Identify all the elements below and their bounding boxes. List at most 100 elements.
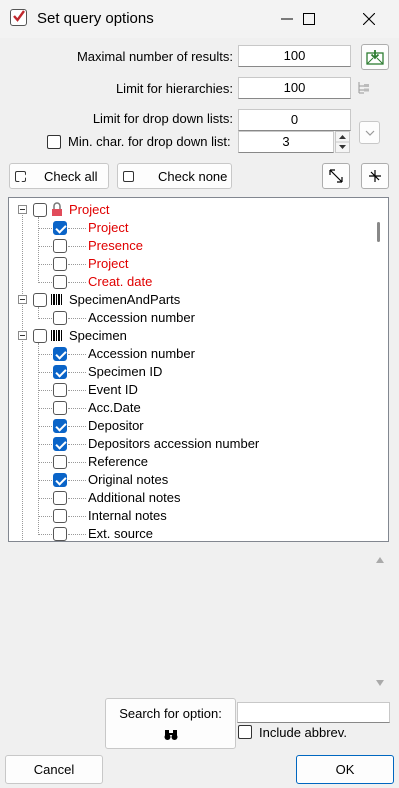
tree-item-row[interactable]: Creat. date bbox=[9, 273, 377, 291]
close-button[interactable] bbox=[346, 0, 391, 38]
tree-connector bbox=[68, 408, 86, 409]
tree-item-checkbox[interactable] bbox=[53, 419, 67, 433]
tree-item-checkbox[interactable] bbox=[33, 329, 47, 343]
tree-scrollbar[interactable] bbox=[371, 198, 388, 541]
tree-item-row[interactable]: Project bbox=[9, 255, 377, 273]
lower-scrollbar[interactable] bbox=[372, 549, 388, 691]
tree-item-label: SpecimenAndParts bbox=[69, 292, 181, 307]
tree-connector bbox=[38, 534, 52, 535]
tree-scrollbar-thumb[interactable] bbox=[377, 222, 380, 242]
close-icon bbox=[362, 13, 375, 25]
tree-item-checkbox[interactable] bbox=[53, 491, 67, 505]
tree-item-row[interactable]: Accession number bbox=[9, 309, 377, 327]
search-button[interactable]: Search for option: bbox=[105, 698, 236, 749]
tree-item-row[interactable]: Additional notes bbox=[9, 489, 377, 507]
min-char-checkbox[interactable] bbox=[47, 135, 61, 149]
tree-item-row[interactable]: Reference bbox=[9, 453, 377, 471]
min-char-spinner[interactable] bbox=[335, 131, 350, 153]
expand-icon bbox=[329, 169, 343, 183]
tree-item-label: Depositor bbox=[88, 418, 144, 433]
tree-item-label: Accession number bbox=[88, 310, 195, 325]
tree-item-checkbox[interactable] bbox=[53, 221, 67, 235]
maximize-button[interactable] bbox=[286, 0, 331, 38]
tree-item-checkbox[interactable] bbox=[53, 527, 67, 541]
tree-item-checkbox[interactable] bbox=[53, 437, 67, 451]
tree-item-row[interactable]: Project bbox=[9, 219, 377, 237]
limit-dropdown-input[interactable]: 0 bbox=[238, 109, 351, 131]
min-char-input[interactable]: 3 bbox=[238, 131, 334, 153]
tree-item-label: Additional notes bbox=[88, 490, 181, 505]
tree-item-checkbox[interactable] bbox=[53, 347, 67, 361]
tree-group-row[interactable]: Specimen bbox=[9, 327, 377, 345]
check-none-label: Check none bbox=[158, 168, 228, 184]
save-settings-button[interactable] bbox=[361, 44, 389, 70]
tree-item-row[interactable]: Presence bbox=[9, 237, 377, 255]
limit-hierarchies-input[interactable]: 100 bbox=[238, 77, 351, 99]
tree-connector bbox=[68, 462, 86, 463]
tree-connector bbox=[68, 534, 86, 535]
check-all-icon bbox=[15, 170, 26, 182]
tree-item-checkbox[interactable] bbox=[53, 509, 67, 523]
tree-item-checkbox[interactable] bbox=[33, 293, 47, 307]
tree-item-checkbox[interactable] bbox=[53, 257, 67, 271]
tree-item-row[interactable]: Depositors accession number bbox=[9, 435, 377, 453]
tree-connector bbox=[68, 516, 86, 517]
collapse-toggle-icon[interactable] bbox=[18, 205, 27, 214]
tree-item-checkbox[interactable] bbox=[53, 275, 67, 289]
tree-connector bbox=[68, 264, 86, 265]
tree-connector bbox=[38, 282, 52, 283]
collapse-icon bbox=[369, 170, 381, 182]
tree-item-label: Project bbox=[88, 256, 129, 271]
tree-item-row[interactable]: Ext. source bbox=[9, 525, 377, 541]
expand-all-button[interactable] bbox=[322, 163, 350, 189]
tree-item-checkbox[interactable] bbox=[53, 455, 67, 469]
collapse-all-button[interactable] bbox=[361, 163, 389, 189]
tree-group-row[interactable]: Project bbox=[9, 201, 377, 219]
maximize-icon bbox=[302, 13, 315, 25]
tree-item-label: Project bbox=[88, 220, 129, 235]
tree-item-checkbox[interactable] bbox=[33, 203, 47, 217]
tree-connector bbox=[38, 372, 52, 373]
tree-item-row[interactable]: Accession number bbox=[9, 345, 377, 363]
include-abbrev-checkbox[interactable] bbox=[238, 725, 252, 739]
tree-item-checkbox[interactable] bbox=[53, 401, 67, 415]
tree-item-row[interactable]: Original notes bbox=[9, 471, 377, 489]
check-none-button[interactable]: Check none bbox=[117, 163, 232, 189]
tree-item-checkbox[interactable] bbox=[53, 239, 67, 253]
tree-connector bbox=[68, 246, 86, 247]
tree-connector bbox=[68, 372, 86, 373]
tree-item-checkbox[interactable] bbox=[53, 365, 67, 379]
tree-item-label: Acc.Date bbox=[88, 400, 141, 415]
check-all-button[interactable]: Check all bbox=[9, 163, 109, 189]
chevron-down-icon bbox=[365, 130, 374, 136]
collapse-toggle-icon[interactable] bbox=[18, 331, 27, 340]
max-results-label: Maximal number of results: bbox=[76, 49, 233, 64]
tree-connector bbox=[38, 462, 52, 463]
tree-item-row[interactable]: Acc.Date bbox=[9, 399, 377, 417]
tree-connector bbox=[68, 282, 86, 283]
tree-item-checkbox[interactable] bbox=[53, 473, 67, 487]
tree-item-checkbox[interactable] bbox=[53, 383, 67, 397]
tree-item-label: Creat. date bbox=[88, 274, 153, 289]
search-input[interactable] bbox=[237, 702, 390, 723]
cancel-button[interactable]: Cancel bbox=[5, 755, 103, 784]
tree-connector bbox=[68, 426, 86, 427]
tree-item-label: Project bbox=[69, 202, 110, 217]
ok-button[interactable]: OK bbox=[296, 755, 394, 784]
tree-item-row[interactable]: Specimen ID bbox=[9, 363, 377, 381]
options-tree[interactable]: Project Project Presence Project Creat. date… bbox=[8, 197, 389, 542]
tree-item-label: Internal notes bbox=[88, 508, 167, 523]
limit-dropdown-label: Limit for drop down lists: bbox=[92, 111, 233, 126]
tree-child-connector bbox=[38, 307, 39, 319]
tree-item-row[interactable]: Depositor bbox=[9, 417, 377, 435]
tree-item-row[interactable]: Internal notes bbox=[9, 507, 377, 525]
dropdown-options-button[interactable] bbox=[359, 121, 380, 144]
tree-connector bbox=[68, 354, 86, 355]
tree-group-row[interactable]: SpecimenAndParts bbox=[9, 291, 377, 309]
tree-connector bbox=[38, 390, 52, 391]
max-results-input[interactable]: 100 bbox=[238, 45, 351, 67]
collapse-toggle-icon[interactable] bbox=[18, 295, 27, 304]
tree-item-row[interactable]: Event ID bbox=[9, 381, 377, 399]
min-char-label: Min. char. for drop down list: bbox=[68, 134, 231, 149]
tree-item-checkbox[interactable] bbox=[53, 311, 67, 325]
